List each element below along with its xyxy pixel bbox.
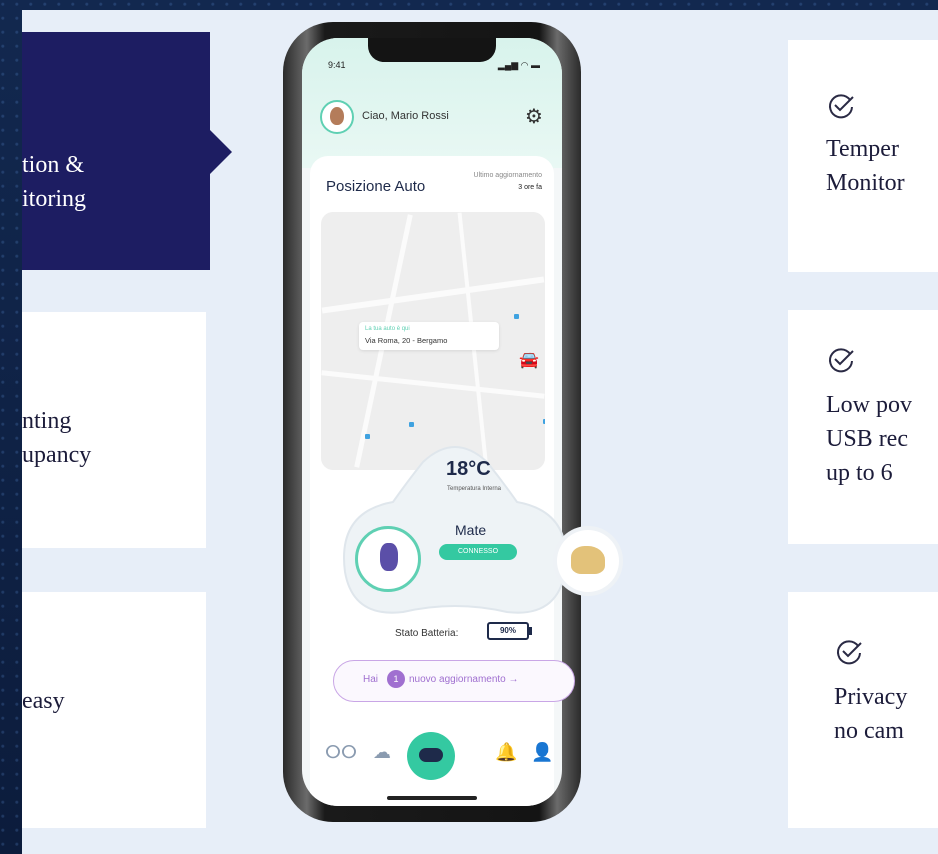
feature-line: Monitor	[826, 170, 905, 196]
user-icon[interactable]: 👤	[531, 742, 553, 763]
gear-icon[interactable]: ⚙	[524, 106, 544, 126]
check-circle-icon	[837, 640, 862, 665]
feature-card[interactable]: Low pov USB rec up to 6	[788, 310, 938, 544]
home-indicator	[387, 796, 477, 800]
pointer-arrow	[210, 130, 232, 174]
last-update-value: 3 ore fa	[518, 184, 542, 191]
feature-box-active[interactable]: tion & itoring	[22, 32, 232, 270]
feature-text: Privacy no cam	[834, 680, 907, 748]
cloud-icon[interactable]: ☁	[373, 742, 391, 763]
map-marker	[514, 314, 519, 319]
greeting: Ciao, Mario Rossi	[362, 110, 449, 122]
avatar[interactable]	[320, 100, 354, 134]
community-icon[interactable]: ⵔⵔ	[325, 742, 357, 763]
status-time: 9:41	[328, 60, 346, 70]
feature-line: Low pov	[826, 392, 912, 418]
car-fab-button[interactable]	[407, 732, 455, 780]
feature-line: tion &	[22, 152, 85, 178]
update-count-badge: 1	[387, 670, 405, 688]
feature-text: tion & itoring	[22, 148, 86, 216]
check-circle-icon	[829, 94, 854, 119]
battery-tip	[529, 627, 532, 635]
feature-line: easy	[22, 688, 65, 714]
battery-label: Stato Batteria:	[395, 628, 459, 639]
feature-text: Low pov USB rec up to 6	[826, 388, 912, 490]
feature-card[interactable]: Temper Monitor	[788, 40, 938, 272]
feature-line: upancy	[22, 442, 92, 468]
phone-mockup: 9:41 ▂▄▆ ◠ ▬ Ciao, Mario Rossi ⚙ Posizio…	[283, 22, 619, 822]
phone-notch	[368, 38, 496, 62]
feature-box[interactable]: easy	[22, 592, 206, 828]
feature-card[interactable]: Privacy no cam	[788, 592, 938, 828]
car-icon[interactable]: 🚘	[519, 352, 539, 368]
temperature-label: Temperatura Interna	[446, 486, 502, 492]
address-label: La tua auto è qui	[365, 326, 410, 332]
feature-line: Temper	[826, 136, 899, 162]
update-prefix: Hai	[363, 674, 379, 685]
feature-text: easy	[22, 684, 65, 718]
device-name: Mate	[455, 522, 487, 538]
feature-line: USB rec	[826, 426, 908, 452]
feature-line: itoring	[22, 186, 86, 212]
feature-box[interactable]: nting upancy	[22, 312, 206, 548]
status-icons: ▂▄▆ ◠ ▬	[497, 60, 540, 70]
section-title: Posizione Auto	[326, 178, 426, 195]
feature-line: up to 6	[826, 460, 893, 486]
feature-line: Privacy	[834, 684, 908, 710]
feature-text: nting upancy	[22, 404, 91, 472]
feature-line: nting	[22, 408, 72, 434]
last-update-label: Ultimo aggiornamento	[473, 172, 542, 179]
bell-icon[interactable]: 🔔	[495, 742, 517, 763]
update-suffix: nuovo aggiornamento →	[409, 674, 519, 685]
address-value: Via Roma, 20 - Bergamo	[365, 336, 448, 345]
feature-text: Temper Monitor	[826, 132, 905, 200]
map-road	[321, 276, 545, 314]
pet-avatar[interactable]	[557, 530, 619, 592]
address-tooltip[interactable]: La tua auto è qui Via Roma, 20 - Bergamo	[359, 322, 499, 350]
temperature-value: 18°C	[446, 458, 491, 480]
status-badge: CONNESSO	[439, 544, 517, 560]
map-road	[321, 370, 545, 399]
feature-line: no cam	[834, 718, 904, 744]
check-circle-icon	[829, 348, 854, 373]
child-seat-avatar[interactable]	[355, 526, 421, 592]
battery-indicator: 90%	[487, 622, 529, 640]
